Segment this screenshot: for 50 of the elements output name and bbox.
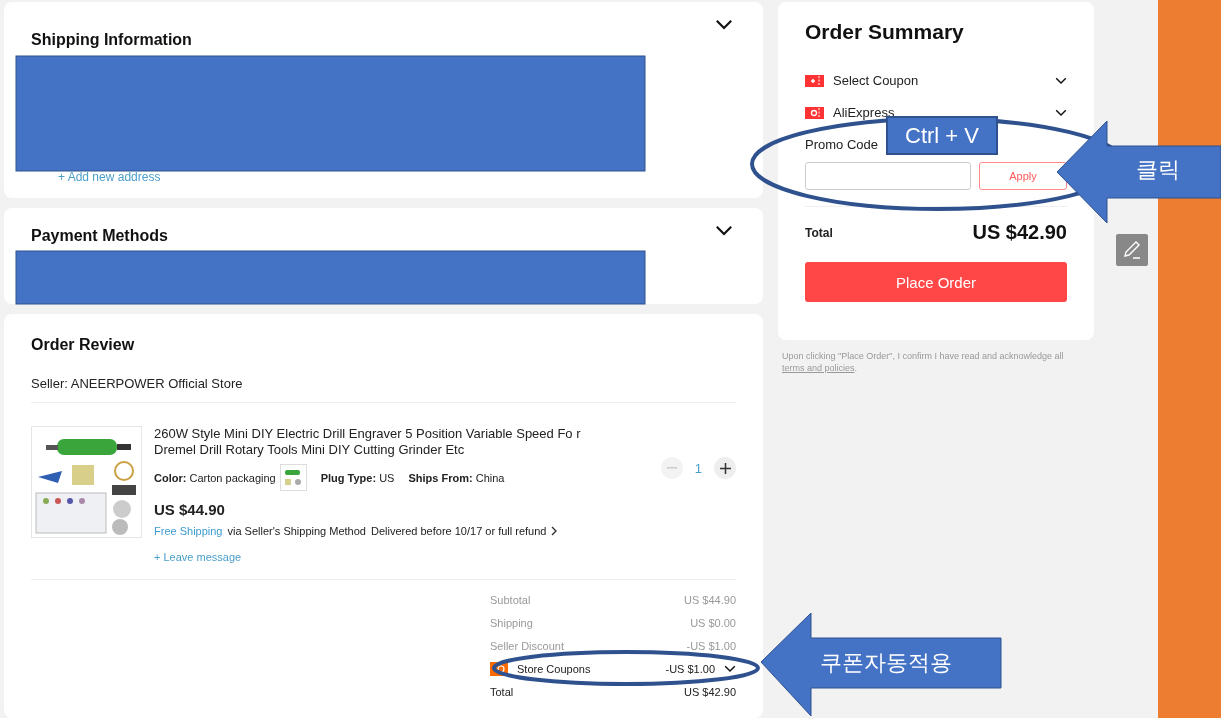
section-title: Order Review — [31, 336, 135, 353]
quantity-value: 1 — [694, 460, 702, 476]
callout-label: Ctrl + V — [886, 116, 998, 155]
product-attribute: Ships From: China — [408, 471, 505, 484]
summary-label: Store Coupons — [517, 663, 591, 675]
product-price: US $44.90 — [154, 501, 225, 518]
chevron-down-icon[interactable] — [724, 665, 736, 673]
minus-icon — [666, 467, 677, 469]
summary-label: Seller Discount — [490, 640, 564, 652]
summary-label: Shipping — [490, 617, 533, 629]
chevron-down-icon[interactable] — [1055, 108, 1067, 117]
callout-label: 클릭 — [1136, 156, 1180, 184]
chevron-right-icon[interactable] — [551, 526, 559, 536]
promo-code-label: Promo Code — [805, 137, 878, 152]
terms-link[interactable]: terms and policies — [782, 363, 855, 373]
section-title: Shipping Information — [31, 31, 192, 48]
coupon-selector[interactable]: Select Coupon — [833, 73, 919, 88]
chevron-down-icon[interactable] — [715, 19, 733, 30]
callout-label: 쿠폰자동적용 — [820, 649, 952, 677]
summary-value: US $42.90 — [684, 686, 736, 698]
summary-value: US $0.00 — [690, 617, 736, 629]
summary-value: -US $1.00 — [665, 663, 715, 675]
increase-button[interactable] — [714, 457, 736, 479]
promo-code-field[interactable] — [805, 162, 971, 190]
product-attribute: Color: Carton packaging — [154, 471, 276, 484]
place-order-button[interactable]: Place Order — [805, 262, 1067, 302]
delivery-estimate: Delivered before 10/17 or full refund — [370, 525, 547, 537]
total-label: Total — [805, 225, 833, 240]
edit-pencil-icon[interactable] — [1116, 234, 1148, 266]
summary-label: Subtotal — [490, 594, 531, 606]
coupon-ticket-icon — [805, 74, 824, 87]
section-title: Payment Methods — [31, 227, 168, 244]
summary-label: Total — [490, 686, 514, 698]
product-attribute: Plug Type: US — [320, 471, 395, 484]
plus-icon — [719, 462, 731, 474]
seller-name: Seller: ANEERPOWER Official Store — [31, 376, 243, 391]
coupon-ticket-icon — [805, 106, 824, 119]
total-amount: US $42.90 — [972, 221, 1067, 244]
shipping-method: via Seller's Shipping Method — [227, 525, 366, 537]
leave-message-link[interactable]: + Leave message — [154, 551, 242, 563]
apply-button[interactable]: Apply — [979, 162, 1067, 190]
free-shipping-label: Free Shipping — [154, 525, 223, 537]
chevron-down-icon[interactable] — [715, 225, 733, 236]
product-title[interactable]: 260W Style Mini DIY Electric Drill Engraver 5 Position Variable Speed Fo r Dremel Drill Rotary Tools Mini DIY Cutting Grinder Etc — [154, 426, 584, 458]
disclaimer-text: Upon clicking "Place Order", I confirm I have read and acknowledge all terms and policies. — [782, 350, 1065, 374]
add-address-link[interactable]: + Add new address — [58, 170, 161, 184]
summary-value: -US $1.00 — [686, 640, 736, 652]
chevron-down-icon[interactable] — [1055, 76, 1067, 85]
summary-value: US $44.90 — [684, 594, 736, 606]
section-title: Order Summary — [805, 20, 964, 44]
